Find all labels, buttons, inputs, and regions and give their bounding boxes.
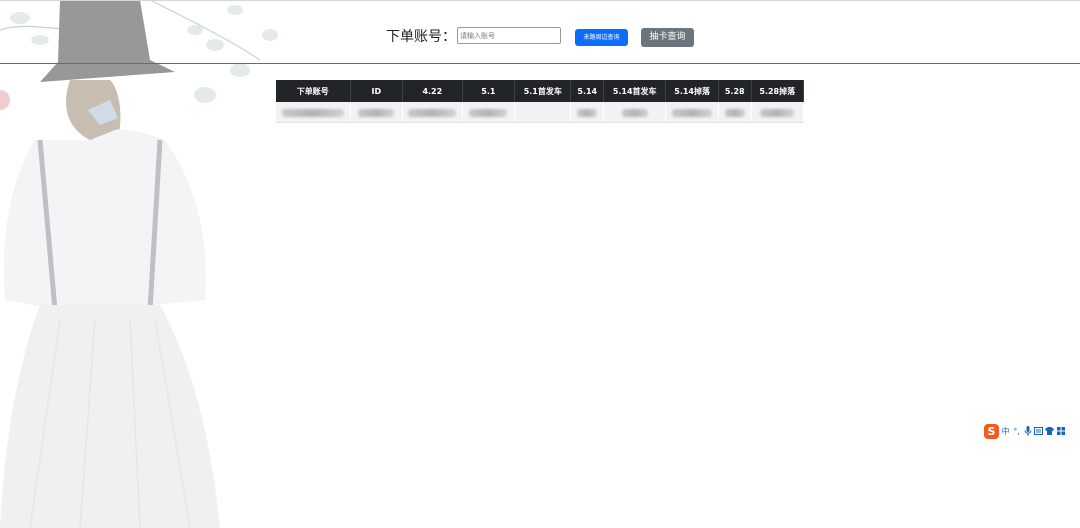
search-header: 下单账号： 来路周边查询 抽卡查询	[0, 1, 1080, 64]
redacted-cell	[570, 102, 605, 123]
account-label: 下单账号：	[386, 29, 456, 45]
column-header: 5.1首发车	[514, 80, 572, 102]
column-header: ID	[350, 80, 404, 102]
redacted-cell	[402, 102, 463, 123]
punctuation-icon[interactable]: °,	[1012, 427, 1021, 436]
account-search-input[interactable]	[457, 27, 561, 44]
mic-icon[interactable]	[1023, 425, 1032, 438]
redacted-cell	[751, 102, 805, 123]
card-draw-query-button[interactable]: 抽卡查询	[641, 28, 694, 47]
redacted-cell	[350, 102, 404, 123]
table-header-row: 下单账号 ID 4.22 5.1 5.1首发车 5.14 5.14首发车 5.1…	[276, 80, 805, 102]
redacted-cell	[718, 102, 752, 123]
column-header: 5.14	[570, 80, 605, 102]
column-header: 下单账号	[276, 80, 351, 102]
empty-cell	[514, 102, 572, 123]
column-header: 5.14掉落	[665, 80, 719, 102]
column-header: 4.22	[402, 80, 463, 102]
grid-icon[interactable]	[1056, 426, 1065, 437]
column-header: 5.28	[718, 80, 752, 102]
shirt-icon[interactable]	[1045, 426, 1054, 437]
sogou-logo-icon[interactable]: S	[984, 424, 999, 439]
ime-mode-chinese[interactable]: 中	[1001, 426, 1010, 437]
column-header: 5.14首发车	[603, 80, 667, 102]
ime-toolbar[interactable]: S 中 °,	[984, 423, 1080, 440]
merch-query-button[interactable]: 来路周边查询	[575, 29, 628, 46]
redacted-cell	[603, 102, 667, 123]
column-header: 5.1	[462, 80, 516, 102]
page: 下单账号： 来路周边查询 抽卡查询 下单账号 ID 4.22 5.1 5.1首发…	[0, 0, 1080, 528]
table-row	[276, 102, 805, 123]
redacted-cell	[276, 102, 351, 123]
keyboard-icon[interactable]	[1034, 426, 1043, 437]
column-header: 5.28掉落	[751, 80, 805, 102]
redacted-cell	[462, 102, 516, 123]
results-table: 下单账号 ID 4.22 5.1 5.1首发车 5.14 5.14首发车 5.1…	[276, 80, 805, 123]
redacted-cell	[665, 102, 719, 123]
